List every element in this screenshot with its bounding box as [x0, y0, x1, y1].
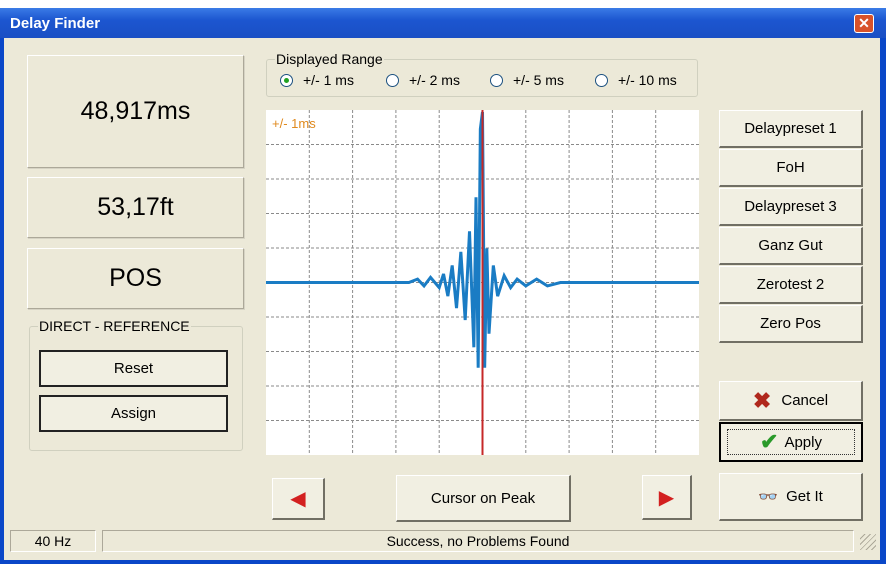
- range-option-2ms[interactable]: +/- 2 ms: [386, 72, 460, 88]
- range-option-1ms[interactable]: +/- 1 ms: [280, 72, 354, 88]
- get-it-button[interactable]: 👓 Get It: [719, 473, 863, 521]
- radio-selected-icon[interactable]: [280, 73, 293, 87]
- direct-reference-label: DIRECT - REFERENCE: [38, 318, 191, 334]
- title-bar[interactable]: Delay Finder ✕: [0, 8, 886, 38]
- range-option-label: +/- 1 ms: [303, 72, 354, 88]
- frequency-status: 40 Hz: [10, 530, 96, 552]
- radio-icon[interactable]: [595, 73, 608, 87]
- preset-button[interactable]: Ganz Gut: [719, 227, 863, 265]
- close-icon[interactable]: ✕: [854, 14, 874, 33]
- mode-readout: POS: [27, 248, 244, 309]
- range-option-label: +/- 5 ms: [513, 72, 564, 88]
- range-option-5ms[interactable]: +/- 5 ms: [490, 72, 564, 88]
- radio-icon[interactable]: [386, 73, 399, 87]
- get-it-label: Get It: [786, 488, 823, 505]
- preset-button[interactable]: Delaypreset 3: [719, 188, 863, 226]
- cursor-on-peak-button[interactable]: Cursor on Peak: [396, 475, 571, 522]
- impulse-response-plot[interactable]: +/- 1ms: [266, 110, 699, 455]
- cancel-label: Cancel: [781, 392, 829, 409]
- assign-button[interactable]: Assign: [39, 395, 228, 432]
- checkmark-icon: ✔: [760, 429, 779, 454]
- range-option-label: +/- 10 ms: [618, 72, 677, 88]
- apply-button[interactable]: ✔ Apply: [719, 422, 863, 462]
- range-annotation: +/- 1ms: [272, 116, 316, 131]
- preset-button[interactable]: Delaypreset 1: [719, 110, 863, 148]
- preset-button[interactable]: Zerotest 2: [719, 266, 863, 304]
- delay-ms-readout: 48,917ms: [27, 55, 244, 168]
- window-title: Delay Finder: [10, 15, 101, 32]
- arrow-right-icon[interactable]: ▶: [642, 475, 692, 520]
- radio-icon[interactable]: [490, 73, 503, 87]
- arrow-left-icon[interactable]: ◀: [272, 478, 325, 520]
- binoculars-icon: 👓: [758, 488, 779, 506]
- client-area: 48,917ms 53,17ft POS DIRECT - REFERENCE …: [4, 38, 880, 560]
- x-icon: ✖: [752, 387, 772, 413]
- distance-ft-readout: 53,17ft: [27, 177, 244, 238]
- preset-button[interactable]: Zero Pos: [719, 305, 863, 343]
- displayed-range-group: Displayed Range +/- 1 ms +/- 2 ms +/- 5 …: [266, 51, 698, 97]
- cancel-button[interactable]: ✖ Cancel: [719, 381, 863, 421]
- delay-finder-window: Delay Finder ✕ 48,917ms 53,17ft POS DIRE…: [0, 8, 886, 564]
- resize-grip[interactable]: [860, 534, 876, 550]
- status-message: Success, no Problems Found: [102, 530, 854, 552]
- apply-label: Apply: [784, 433, 822, 451]
- displayed-range-label: Displayed Range: [275, 51, 384, 67]
- range-option-10ms[interactable]: +/- 10 ms: [595, 72, 677, 88]
- reset-button[interactable]: Reset: [39, 350, 228, 387]
- direct-reference-group: DIRECT - REFERENCE Reset Assign: [29, 318, 243, 451]
- range-option-label: +/- 2 ms: [409, 72, 460, 88]
- preset-button[interactable]: FoH: [719, 149, 863, 187]
